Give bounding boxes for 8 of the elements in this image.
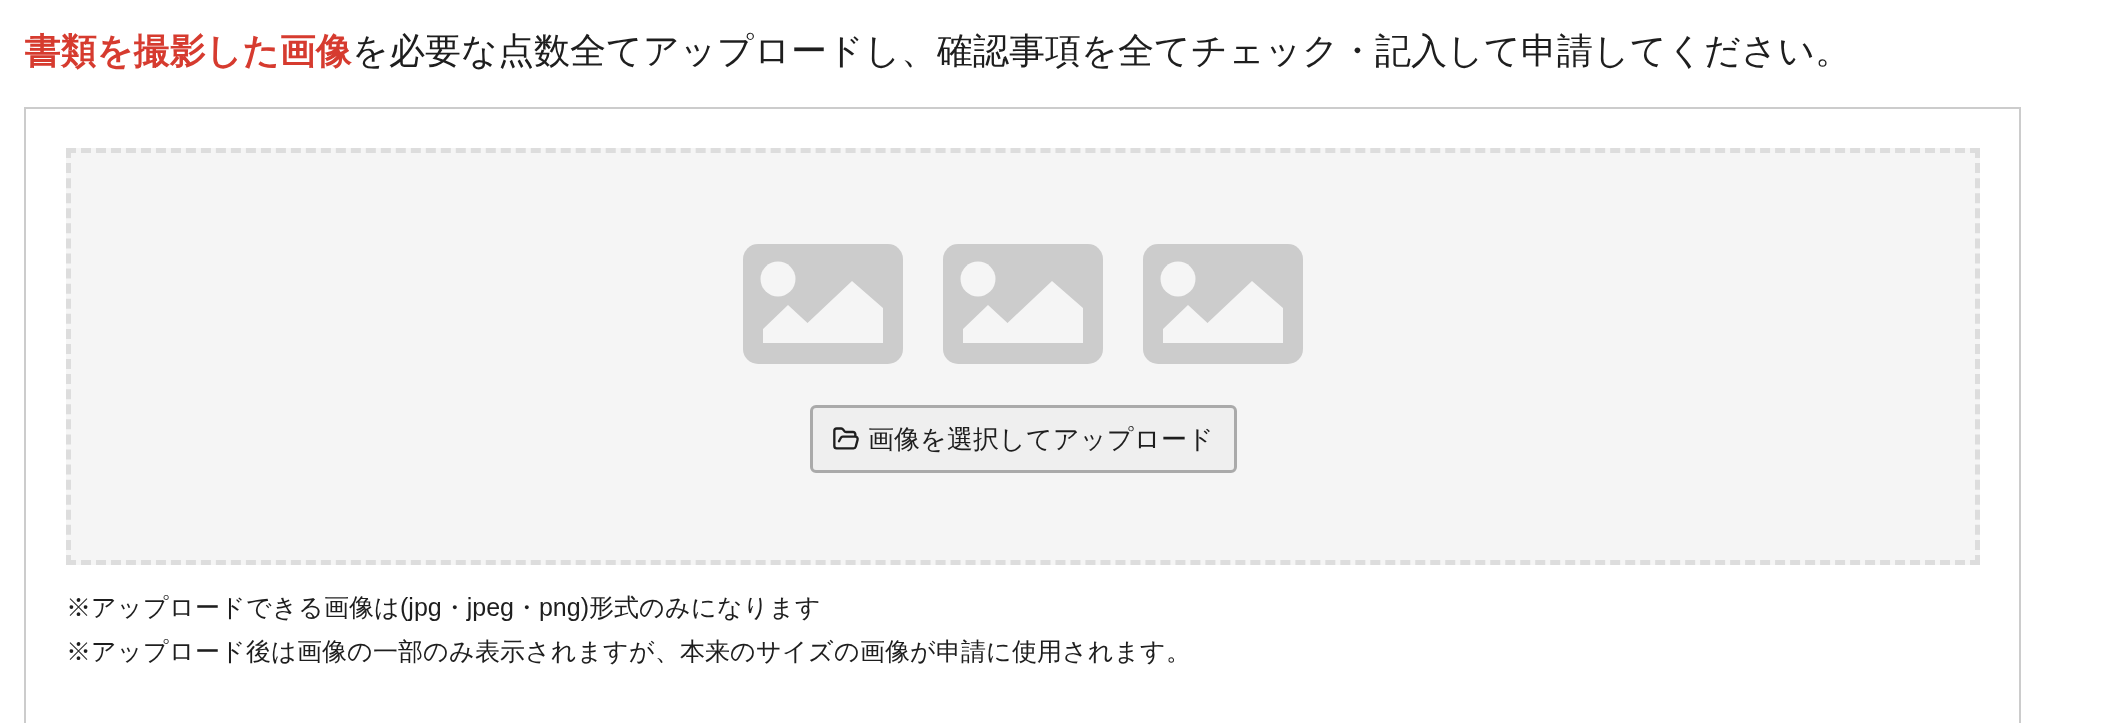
instruction-heading: 書類を撮影した画像を必要な点数全てアップロードし、確認事項を全てチェック・記入して申請してください。 bbox=[25, 29, 1851, 73]
image-placeholder-icon bbox=[943, 244, 1103, 364]
image-placeholder-icon bbox=[743, 244, 903, 364]
upload-button[interactable]: 画像を選択してアップロード bbox=[809, 405, 1237, 473]
drop-zone[interactable]: 画像を選択してアップロード bbox=[66, 148, 1980, 565]
image-placeholder-icon bbox=[1143, 244, 1303, 364]
upload-note: ※アップロードできる画像は(jpg・jpeg・png)形式のみになります bbox=[66, 592, 821, 623]
upload-note: ※アップロード後は画像の一部のみ表示されますが、本来のサイズの画像が申請に使用されます。 bbox=[66, 636, 1191, 667]
